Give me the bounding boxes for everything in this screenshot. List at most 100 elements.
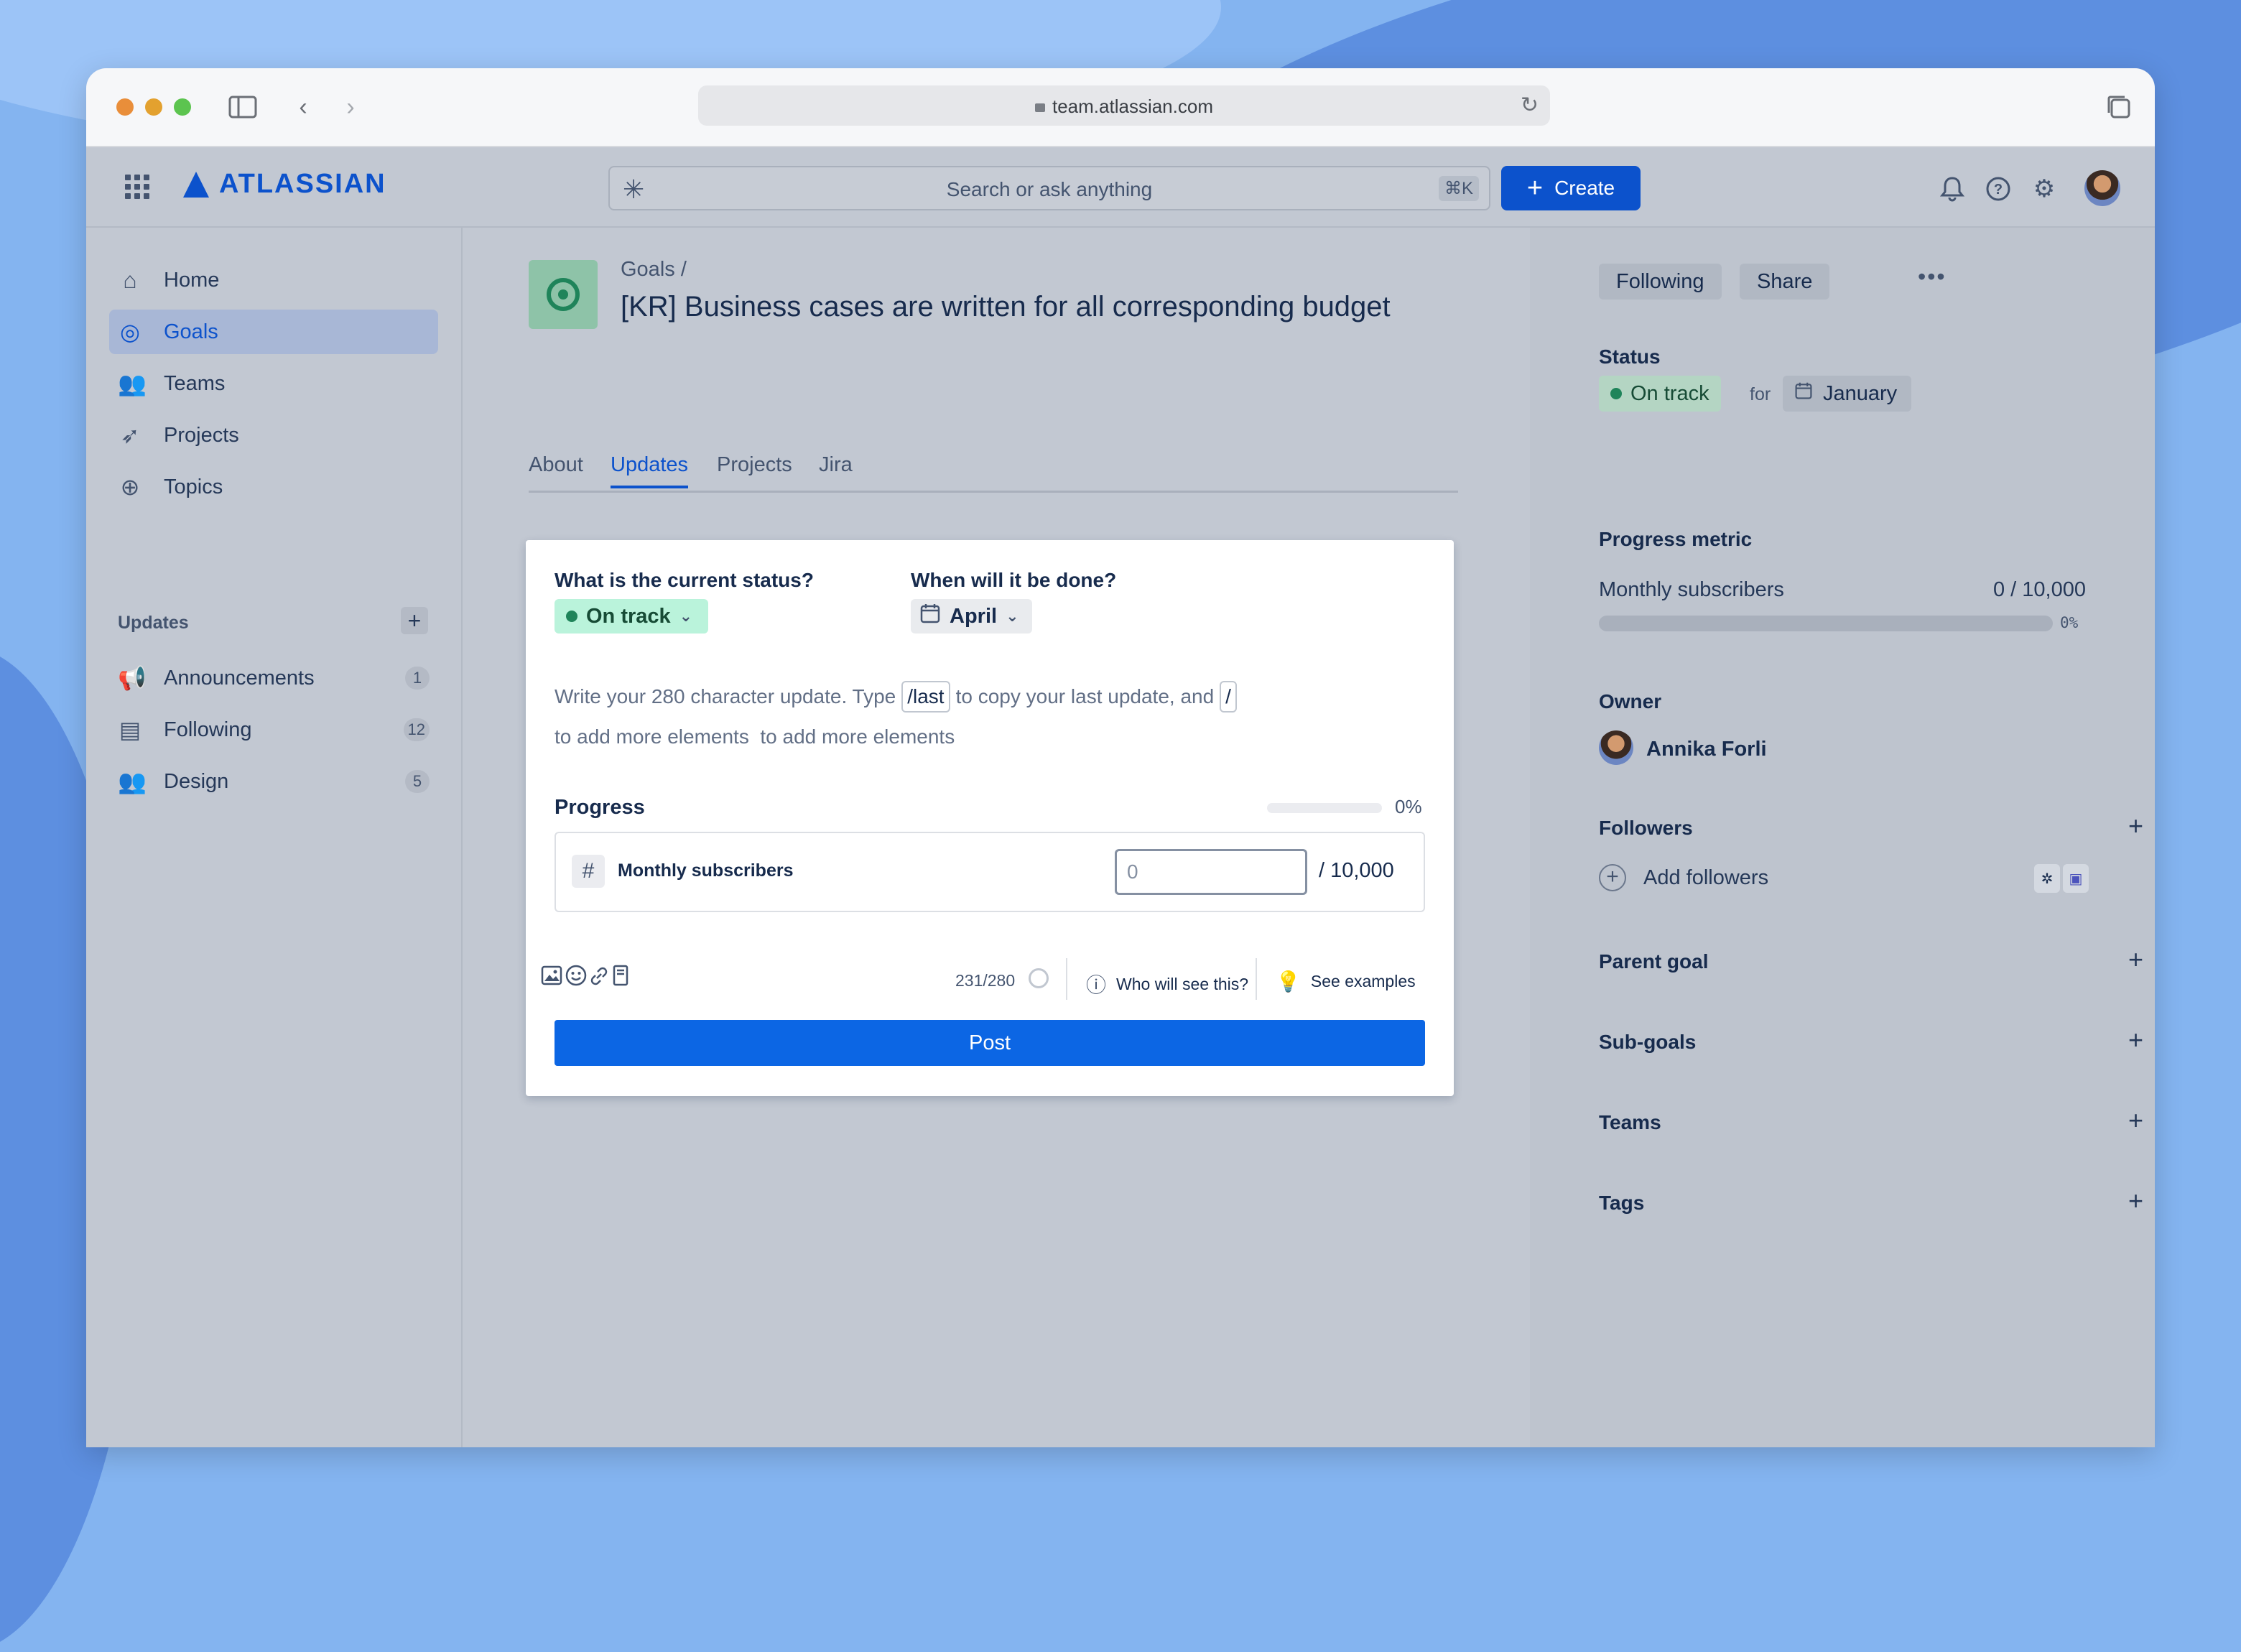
date-question: When will it be done? bbox=[911, 569, 1117, 591]
back-arrow-icon[interactable]: ‹ bbox=[286, 90, 320, 124]
app-switcher-icon[interactable] bbox=[125, 175, 149, 199]
sidebar-item-goals[interactable]: ◎ Goals bbox=[109, 310, 438, 354]
integration-apps: ✲ ▣ bbox=[2034, 864, 2089, 893]
tab-projects[interactable]: Projects bbox=[717, 453, 792, 486]
lock-icon bbox=[1035, 103, 1045, 112]
goal-target-icon: ◎ bbox=[120, 319, 140, 345]
sidebar-item-following[interactable]: ▤ Following 12 bbox=[109, 707, 438, 752]
search-bar[interactable]: ✳ Search or ask anything ⌘K bbox=[608, 166, 1490, 210]
main-content: Goals / [KR] Business cases are written … bbox=[463, 228, 1530, 1447]
metric-total: / 10,000 bbox=[1319, 859, 1394, 882]
sidebar-toggle-icon[interactable] bbox=[226, 90, 260, 124]
owner-name[interactable]: Annika Forli bbox=[1646, 738, 1767, 761]
atlassian-mark-icon bbox=[183, 171, 209, 198]
minimize-window-button[interactable] bbox=[145, 98, 162, 116]
owner-heading: Owner bbox=[1599, 690, 1662, 713]
design-count-badge: 5 bbox=[405, 770, 430, 793]
tags-heading: Tags bbox=[1599, 1192, 1645, 1214]
progress-label: Progress bbox=[555, 796, 645, 819]
tab-bar: About Updates Projects Jira bbox=[529, 453, 1458, 493]
sidebar-item-topics[interactable]: ⊕ Topics bbox=[109, 465, 438, 509]
parent-goal-heading: Parent goal bbox=[1599, 950, 1709, 973]
goal-icon bbox=[529, 260, 598, 329]
address-bar[interactable]: team.atlassian.com ↻ bbox=[698, 85, 1550, 126]
hash-icon: # bbox=[572, 855, 605, 888]
sidebar-item-home[interactable]: ⌂ Home bbox=[109, 258, 438, 302]
status-question: What is the current status? bbox=[555, 569, 814, 591]
metric-value: 0 / 10,000 bbox=[1993, 578, 2086, 601]
sub-goals-heading: Sub-goals bbox=[1599, 1031, 1697, 1053]
sidebar-item-announcements[interactable]: 📢 Announcements 1 bbox=[109, 656, 438, 700]
slack-icon[interactable]: ✲ bbox=[2034, 864, 2060, 893]
tab-about[interactable]: About bbox=[529, 453, 583, 486]
progress-percent: 0% bbox=[1395, 796, 1422, 817]
visibility-info-link[interactable]: ⓘ Who will see this? bbox=[1086, 970, 1248, 998]
progress-metric-heading: Progress metric bbox=[1599, 528, 1753, 550]
announcements-count-badge: 1 bbox=[405, 667, 430, 690]
share-button[interactable]: Share bbox=[1740, 264, 1830, 300]
close-window-button[interactable] bbox=[116, 98, 134, 116]
update-text-area[interactable]: Write your 280 character update. Type/la… bbox=[555, 677, 1431, 757]
reload-icon[interactable]: ↻ bbox=[1521, 93, 1539, 118]
tab-jira[interactable]: Jira bbox=[819, 453, 853, 486]
metric-value-input[interactable] bbox=[1115, 849, 1307, 895]
updates-section-heading: Updates bbox=[118, 613, 189, 633]
add-follower-plus-icon[interactable]: + bbox=[2128, 811, 2143, 841]
create-button[interactable]: + Create bbox=[1501, 166, 1641, 210]
add-tag-plus-icon[interactable]: + bbox=[2128, 1186, 2143, 1216]
sidebar-item-projects[interactable]: ➶ Projects bbox=[109, 413, 438, 458]
forward-arrow-icon[interactable]: › bbox=[333, 90, 368, 124]
lightbulb-icon: 💡 bbox=[1276, 970, 1301, 993]
sidebar-item-design[interactable]: 👥 Design 5 bbox=[109, 759, 438, 804]
last-command-chip: /last bbox=[901, 681, 950, 713]
settings-gear-icon[interactable]: ⚙ bbox=[2030, 175, 2059, 203]
metric-name: Monthly subscribers bbox=[1599, 578, 1784, 601]
see-examples-link[interactable]: 💡 See examples bbox=[1276, 970, 1416, 993]
more-options-icon[interactable]: ••• bbox=[1918, 264, 1947, 290]
metric-name: Monthly subscribers bbox=[618, 860, 794, 881]
atlassian-logo[interactable]: ATLASSIAN bbox=[183, 169, 386, 200]
globe-icon: ⊕ bbox=[120, 474, 140, 500]
target-month-chip[interactable]: January bbox=[1783, 376, 1912, 412]
url-text: team.atlassian.com bbox=[1052, 96, 1213, 117]
notifications-bell-icon[interactable] bbox=[1938, 175, 1967, 203]
post-button[interactable]: Post bbox=[555, 1020, 1425, 1066]
info-icon: ⓘ bbox=[1086, 974, 1107, 996]
help-icon[interactable]: ? bbox=[1984, 175, 2013, 203]
search-shortcut: ⌘K bbox=[1438, 176, 1479, 201]
newspaper-icon: ▤ bbox=[119, 717, 141, 743]
add-sub-goal-plus-icon[interactable]: + bbox=[2128, 1025, 2143, 1055]
status-dropdown[interactable]: On track ⌄ bbox=[555, 599, 709, 634]
character-count: 231/280 bbox=[955, 971, 1016, 990]
add-team-plus-icon[interactable]: + bbox=[2128, 1105, 2143, 1136]
following-button[interactable]: Following bbox=[1599, 264, 1722, 300]
plus-icon: + bbox=[1526, 173, 1544, 203]
browser-window: ‹ › team.atlassian.com ↻ ATLASSIAN ✳ Sea… bbox=[86, 68, 2155, 1447]
home-icon: ⌂ bbox=[123, 266, 137, 293]
tab-updates[interactable]: Updates bbox=[611, 453, 689, 488]
breadcrumb[interactable]: Goals / bbox=[621, 258, 687, 282]
target-date-dropdown[interactable]: April ⌄ bbox=[911, 599, 1032, 634]
add-followers-button[interactable]: + Add followers bbox=[1599, 864, 1768, 891]
teams-heading: Teams bbox=[1599, 1111, 1661, 1133]
character-progress-ring bbox=[1029, 968, 1049, 988]
left-sidebar: ⌂ Home ◎ Goals 👥 Teams ➶ Projects ⊕ Topi… bbox=[86, 228, 463, 1447]
owner-avatar[interactable] bbox=[1599, 730, 1633, 765]
teams-app-icon[interactable]: ▣ bbox=[2063, 864, 2089, 893]
sidebar-item-teams[interactable]: 👥 Teams bbox=[109, 361, 438, 406]
update-form-card: What is the current status? When will it… bbox=[526, 540, 1454, 1096]
tabs-overview-icon[interactable] bbox=[2102, 90, 2136, 124]
on-track-dot-icon bbox=[1610, 388, 1622, 399]
add-parent-goal-plus-icon[interactable]: + bbox=[2128, 945, 2143, 975]
search-placeholder: Search or ask anything bbox=[946, 178, 1153, 200]
following-count-badge: 12 bbox=[403, 718, 430, 741]
zoom-window-button[interactable] bbox=[174, 98, 191, 116]
page-icon[interactable] bbox=[606, 964, 635, 993]
plus-circle-icon: + bbox=[1599, 864, 1626, 891]
user-avatar[interactable] bbox=[2084, 170, 2120, 206]
status-lozenge[interactable]: On track bbox=[1599, 376, 1721, 412]
people-icon: 👥 bbox=[118, 371, 147, 396]
followers-heading: Followers bbox=[1599, 817, 1693, 839]
add-update-feed-button[interactable]: + bbox=[401, 607, 428, 634]
rocket-icon: ➶ bbox=[120, 422, 140, 448]
